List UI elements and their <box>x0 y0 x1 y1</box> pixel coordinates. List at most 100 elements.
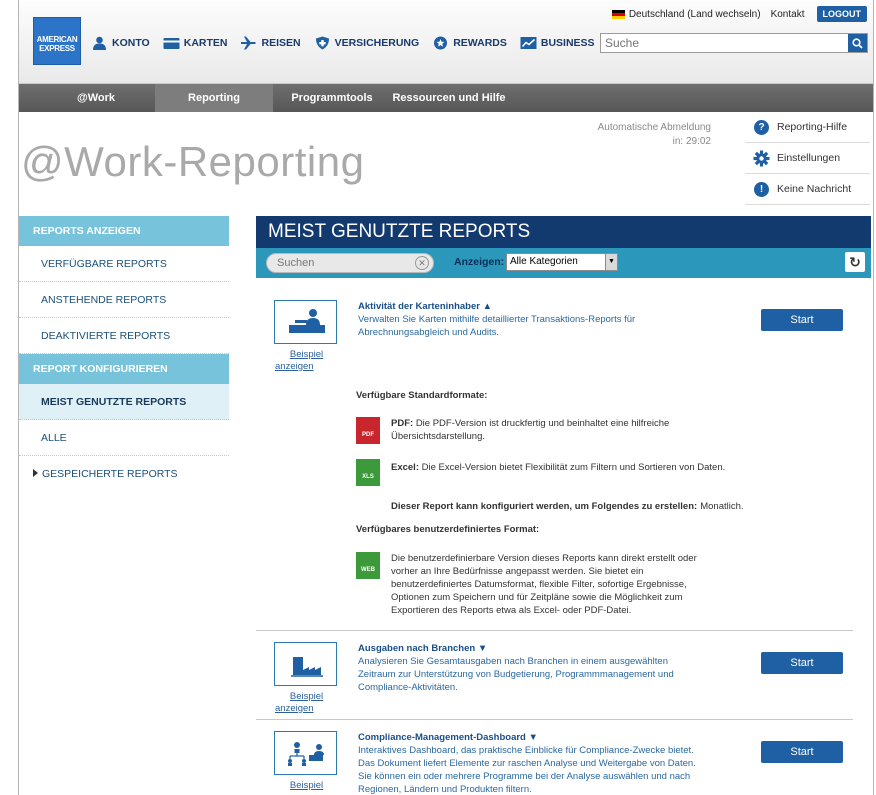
nav-item-business[interactable]: BUSINESS <box>520 36 595 50</box>
sidebar-item-gespeicherte[interactable]: GESPEICHERTE REPORTS <box>19 456 229 492</box>
pdf-icon: PDF <box>356 417 380 444</box>
pdf-name: PDF: <box>391 418 414 429</box>
show-label: Anzeigen: <box>454 256 505 268</box>
example-link[interactable]: Beispiel anzeigen <box>275 691 338 715</box>
example-link[interactable]: Beispiel anzeigen <box>275 349 338 373</box>
germany-flag-icon <box>611 9 625 19</box>
auto-logout-label: Automatische Abmeldung <box>597 122 711 133</box>
site-search <box>600 33 868 53</box>
rewards-icon <box>434 36 448 50</box>
page-title: @Work-Reporting <box>21 138 365 185</box>
tab-atwork[interactable]: @Work <box>37 84 155 112</box>
pdf-text: Die PDF-Version ist druckfertig und bein… <box>391 418 670 442</box>
report-description: Verwalten Sie Karten mithilfe detaillier… <box>358 314 636 338</box>
refresh-button[interactable]: ↻ <box>845 252 865 272</box>
start-button[interactable]: Start <box>761 309 843 331</box>
nav-item-konto[interactable]: KONTO <box>91 36 150 50</box>
gear-icon <box>753 150 770 166</box>
xls-text: Die Excel-Version bietet Flexibilität zu… <box>421 462 726 473</box>
settings-link[interactable]: Einstellungen <box>745 143 870 174</box>
site-header: AMERICAN EXPRESS Deutschland (Land wechs… <box>19 0 873 84</box>
main-nav: KONTO KARTEN REISEN VERSICHERUNG REWARDS… <box>91 36 608 50</box>
config-value: Monatlich. <box>700 501 744 512</box>
category-select-value: Alle Kategorien <box>510 256 578 267</box>
page-frame: AMERICAN EXPRESS Deutschland (Land wechs… <box>18 0 874 795</box>
search-button[interactable] <box>848 34 867 52</box>
sidebar-item-deaktivierte[interactable]: DEAKTIVIERTE REPORTS <box>19 318 229 354</box>
help-icon: ? <box>754 119 769 135</box>
xls-icon-label: XLS <box>362 474 374 480</box>
auto-logout-time: in: 29:02 <box>672 136 711 147</box>
category-select[interactable]: Alle Kategorien ▼ <box>506 253 618 271</box>
sidebar-item-alle[interactable]: ALLE <box>19 420 229 456</box>
nav-label: KONTO <box>112 37 150 49</box>
tab-ressourcen[interactable]: Ressourcen und Hilfe <box>391 84 507 112</box>
settings-label: Einstellungen <box>777 152 841 164</box>
utility-bar: Deutschland (Land wechseln) Kontakt LOGO… <box>611 6 867 22</box>
sidebar-item-anstehende[interactable]: ANSTEHENDE REPORTS <box>19 282 229 318</box>
example-link-line1: Beispiel <box>289 691 324 702</box>
report-thumbnail[interactable]: Beispiel <box>274 731 337 791</box>
web-icon-label: WEB <box>361 567 375 573</box>
standard-formats-label: Verfügbare Standardformate: <box>356 390 488 401</box>
contact-link[interactable]: Kontakt <box>771 9 805 20</box>
compliance-dashboard-icon <box>288 742 324 766</box>
start-button[interactable]: Start <box>761 652 843 674</box>
report-card: Beispiel Compliance-Management-Dashboard… <box>256 719 871 795</box>
example-link[interactable]: Beispiel <box>275 780 338 792</box>
nav-item-rewards[interactable]: REWARDS <box>432 36 507 50</box>
sidebar-item-meist-genutzte[interactable]: MEIST GENUTZTE REPORTS <box>19 384 229 420</box>
messages-link[interactable]: ! Keine Nachricht <box>745 174 870 205</box>
search-input[interactable] <box>601 34 848 52</box>
report-card: Beispiel anzeigen Aktivität der Karteninh… <box>256 278 871 633</box>
tab-reporting[interactable]: Reporting <box>155 84 273 112</box>
sidebar-section-reports-anzeigen: REPORTS ANZEIGEN <box>19 216 229 246</box>
filter-bar: Suchen ✕ Anzeigen: Alle Kategorien ▼ ↻ <box>256 248 871 278</box>
report-title[interactable]: Compliance-Management-Dashboard ▼ <box>358 732 538 743</box>
main-content: MEIST GENUTZTE REPORTS Suchen ✕ Anzeigen… <box>256 216 871 795</box>
web-icon: WEB <box>356 552 380 579</box>
nav-item-versicherung[interactable]: VERSICHERUNG <box>314 36 419 50</box>
report-thumbnail[interactable]: Beispiel anzeigen <box>274 642 337 714</box>
nav-label: REWARDS <box>453 37 507 49</box>
pdf-description: PDF: Die PDF-Version ist druckfertig und… <box>391 417 736 443</box>
report-title[interactable]: Aktivität der Karteninhaber ▲ <box>358 301 492 312</box>
logo-text-line1: AMERICAN <box>36 35 78 44</box>
nav-item-reisen[interactable]: REISEN <box>240 36 301 50</box>
tab-programmtools[interactable]: Programmtools <box>273 84 391 112</box>
alert-icon: ! <box>754 181 769 197</box>
xls-name: Excel: <box>391 462 419 473</box>
utility-links: ? Reporting-Hilfe Einstellungen ! Keine … <box>745 112 870 205</box>
shield-icon <box>315 36 329 50</box>
config-label: Dieser Report kann konfiguriert werden, … <box>391 501 698 512</box>
industry-spend-icon <box>291 657 323 677</box>
example-link-line2: anzeigen <box>275 703 314 714</box>
nav-label: KARTEN <box>183 37 228 49</box>
search-icon <box>852 37 863 49</box>
xls-description: Excel: Die Excel-Version bietet Flexibil… <box>391 461 725 474</box>
start-button[interactable]: Start <box>761 741 843 763</box>
report-description: Interaktives Dashboard, das praktische E… <box>358 745 696 795</box>
report-title[interactable]: Ausgaben nach Branchen ▼ <box>358 643 487 654</box>
auto-logout-timer: Automatische Abmeldung in: 29:02 <box>598 121 711 149</box>
nav-label: REISEN <box>261 37 301 49</box>
reporting-help-link[interactable]: ? Reporting-Hilfe <box>745 112 870 143</box>
report-search-input[interactable]: Suchen ✕ <box>266 253 434 273</box>
logout-button[interactable]: LOGOUT <box>816 6 867 22</box>
nav-label: BUSINESS <box>540 37 595 49</box>
format-xls: XLS Excel: Die Excel-Version bietet Flex… <box>356 459 736 487</box>
sidebar-section-report-konfigurieren: REPORT KONFIGURIEREN <box>19 354 229 384</box>
example-link-line1: Beispiel <box>289 349 324 360</box>
report-thumbnail[interactable]: Beispiel anzeigen <box>274 300 337 372</box>
airplane-icon <box>241 36 257 50</box>
country-selector[interactable]: Deutschland (Land wechseln) <box>629 9 761 20</box>
chevron-down-icon: ▼ <box>605 254 617 270</box>
format-web: WEB Die benutzerdefinierbare Version die… <box>356 552 736 620</box>
user-icon <box>93 36 106 50</box>
nav-item-karten[interactable]: KARTEN <box>163 36 228 50</box>
report-card: Beispiel anzeigen Ausgaben nach Branchen … <box>256 630 871 720</box>
card-icon <box>163 38 180 49</box>
clear-search-icon[interactable]: ✕ <box>415 256 429 270</box>
sidebar-item-verfuegbare[interactable]: VERFÜGBARE REPORTS <box>19 246 229 282</box>
amex-logo[interactable]: AMERICAN EXPRESS <box>33 17 81 65</box>
